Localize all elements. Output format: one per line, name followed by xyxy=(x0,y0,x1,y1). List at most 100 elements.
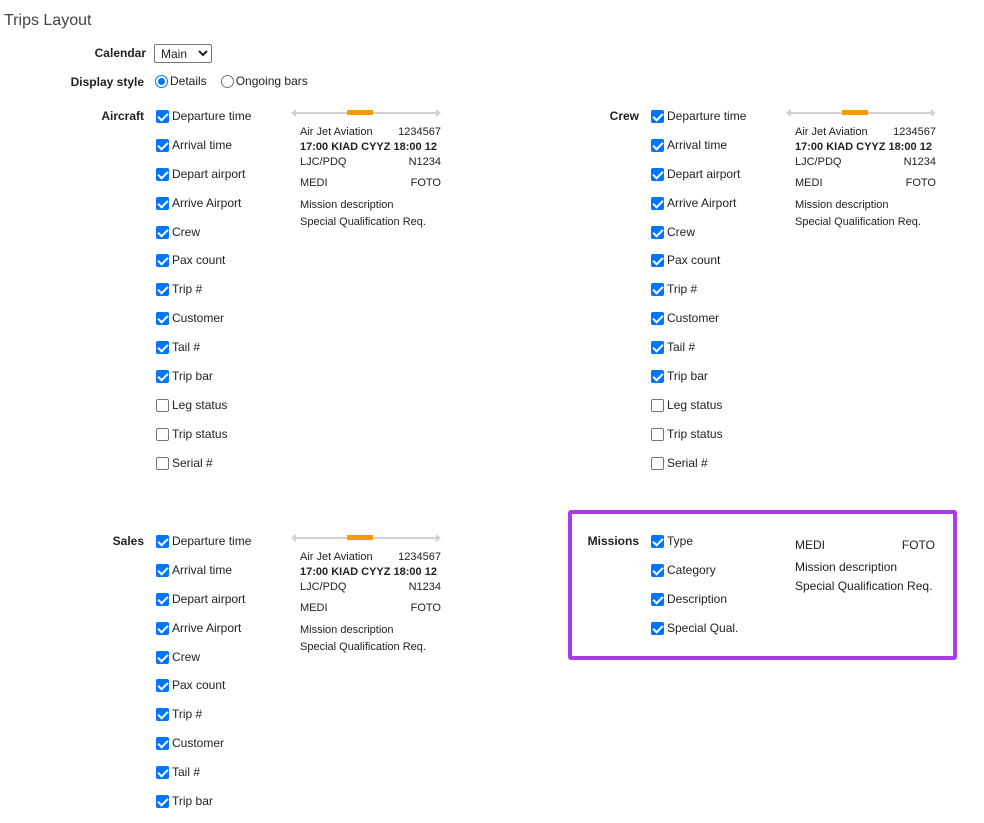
checkbox[interactable] xyxy=(156,167,169,181)
checkbox[interactable] xyxy=(651,225,664,239)
checkbox[interactable] xyxy=(156,225,169,239)
checkbox[interactable] xyxy=(651,341,664,355)
checkbox[interactable] xyxy=(651,563,664,577)
checkbox[interactable] xyxy=(651,254,664,268)
checkbox-option[interactable]: Tail # xyxy=(156,765,251,794)
checkbox-label: Pax count xyxy=(172,253,226,268)
preview-type: MEDI xyxy=(795,538,825,552)
display-style-details[interactable]: Details xyxy=(155,74,207,88)
radio-details[interactable] xyxy=(155,74,168,88)
checkbox-option[interactable]: Arrive Airport xyxy=(156,196,251,225)
checkbox-option[interactable]: Trip # xyxy=(156,282,251,311)
checkbox[interactable] xyxy=(651,456,664,470)
checkbox-option[interactable]: Pax count xyxy=(651,253,746,282)
checkbox[interactable] xyxy=(156,398,169,412)
checkbox[interactable] xyxy=(651,196,664,210)
preview-type: MEDI xyxy=(300,177,328,189)
checkbox-option[interactable]: Serial # xyxy=(651,456,746,485)
checkbox-label: Tail # xyxy=(667,340,696,355)
checkbox-option[interactable]: Leg status xyxy=(156,398,251,427)
checkbox-option[interactable]: Special Qual. xyxy=(651,621,738,650)
checkbox-option[interactable]: Trip status xyxy=(156,427,251,456)
checkbox-option[interactable]: Departure time xyxy=(156,109,251,138)
checkbox[interactable] xyxy=(156,708,169,722)
checkbox-label: Customer xyxy=(172,736,225,751)
checkbox[interactable] xyxy=(156,650,169,664)
checkbox-label: Depart airport xyxy=(172,166,246,181)
checkbox[interactable] xyxy=(651,592,664,606)
checkbox[interactable] xyxy=(156,535,169,548)
checkbox[interactable] xyxy=(156,766,169,780)
checkbox[interactable] xyxy=(156,737,169,751)
checkbox[interactable] xyxy=(156,254,169,268)
checkbox-label: Arrive Airport xyxy=(172,195,242,210)
display-style-ongoing-bars[interactable]: Ongoing bars xyxy=(220,74,308,88)
checkbox-option[interactable]: Trip bar xyxy=(156,369,251,398)
checkbox[interactable] xyxy=(156,456,169,470)
checkbox-option[interactable]: Trip # xyxy=(156,707,251,736)
checkbox[interactable] xyxy=(651,427,664,441)
checkbox[interactable] xyxy=(156,341,169,355)
checkbox-option[interactable]: Crew xyxy=(156,225,251,254)
checkbox-option[interactable]: Customer xyxy=(156,311,251,340)
checkbox-label: Description xyxy=(667,591,728,606)
checkbox-option[interactable]: Crew xyxy=(651,225,746,254)
checkbox[interactable] xyxy=(651,621,664,635)
checkbox-label: Customer xyxy=(172,311,225,326)
checkbox-option[interactable]: Arrival time xyxy=(156,138,251,167)
checkbox-label: Tail # xyxy=(172,340,201,355)
checkbox[interactable] xyxy=(156,110,169,123)
checkbox-option[interactable]: Arrival time xyxy=(651,138,746,167)
checkbox[interactable] xyxy=(651,535,664,548)
checkbox-option[interactable]: Depart airport xyxy=(651,167,746,196)
checkbox[interactable] xyxy=(156,621,169,635)
checkbox-option[interactable]: Departure time xyxy=(651,109,746,138)
checkbox[interactable] xyxy=(156,592,169,606)
checkbox-option[interactable]: Depart airport xyxy=(156,167,251,196)
preview-company: Air Jet Aviation xyxy=(300,551,373,563)
checkbox-option[interactable]: Type xyxy=(651,534,738,563)
preview-qualification: Special Qualification Req. xyxy=(795,216,921,228)
checkbox[interactable] xyxy=(156,138,169,152)
checkbox[interactable] xyxy=(651,138,664,152)
checkbox-option[interactable]: Arrive Airport xyxy=(156,621,251,650)
checkbox-option[interactable]: Arrival time xyxy=(156,563,251,592)
checkbox-option[interactable]: Pax count xyxy=(156,678,251,707)
checkbox-option[interactable]: Arrive Airport xyxy=(651,196,746,225)
checkbox-option[interactable]: Depart airport xyxy=(156,592,251,621)
checkbox-option[interactable]: Trip bar xyxy=(651,369,746,398)
checkbox[interactable] xyxy=(156,679,169,693)
checkbox[interactable] xyxy=(651,167,664,181)
calendar-select[interactable]: Main xyxy=(154,44,212,63)
checkbox-label: Trip status xyxy=(172,426,228,441)
checkbox-option[interactable]: Leg status xyxy=(651,398,746,427)
checkbox-option[interactable]: Departure time xyxy=(156,534,251,563)
checkbox-option[interactable]: Description xyxy=(651,592,738,621)
checkbox[interactable] xyxy=(156,563,169,577)
checkbox-option[interactable]: Trip status xyxy=(651,427,746,456)
checkbox-option[interactable]: Customer xyxy=(651,311,746,340)
checkbox-option[interactable]: Crew xyxy=(156,650,251,679)
checkbox[interactable] xyxy=(651,283,664,297)
page-title: Trips Layout xyxy=(4,12,92,29)
checkbox[interactable] xyxy=(156,370,169,384)
checkbox-option[interactable]: Category xyxy=(651,563,738,592)
checkbox[interactable] xyxy=(156,795,169,809)
checkbox-option[interactable]: Serial # xyxy=(156,456,251,485)
checkbox-option[interactable]: Customer xyxy=(156,736,251,765)
radio-ongoing-bars[interactable] xyxy=(220,74,234,88)
checkbox-option[interactable]: Tail # xyxy=(156,340,251,369)
checkbox[interactable] xyxy=(651,370,664,384)
checkbox[interactable] xyxy=(156,196,169,210)
checkbox-option[interactable]: Trip # xyxy=(651,282,746,311)
missions-options: Type Category Description Special Qual. xyxy=(651,534,738,650)
checkbox[interactable] xyxy=(156,283,169,297)
checkbox[interactable] xyxy=(156,427,169,441)
checkbox-option[interactable]: Pax count xyxy=(156,253,251,282)
checkbox[interactable] xyxy=(651,312,664,326)
checkbox[interactable] xyxy=(156,312,169,326)
checkbox[interactable] xyxy=(651,110,664,123)
checkbox-option[interactable]: Trip bar xyxy=(156,794,251,823)
checkbox[interactable] xyxy=(651,398,664,412)
checkbox-option[interactable]: Tail # xyxy=(651,340,746,369)
